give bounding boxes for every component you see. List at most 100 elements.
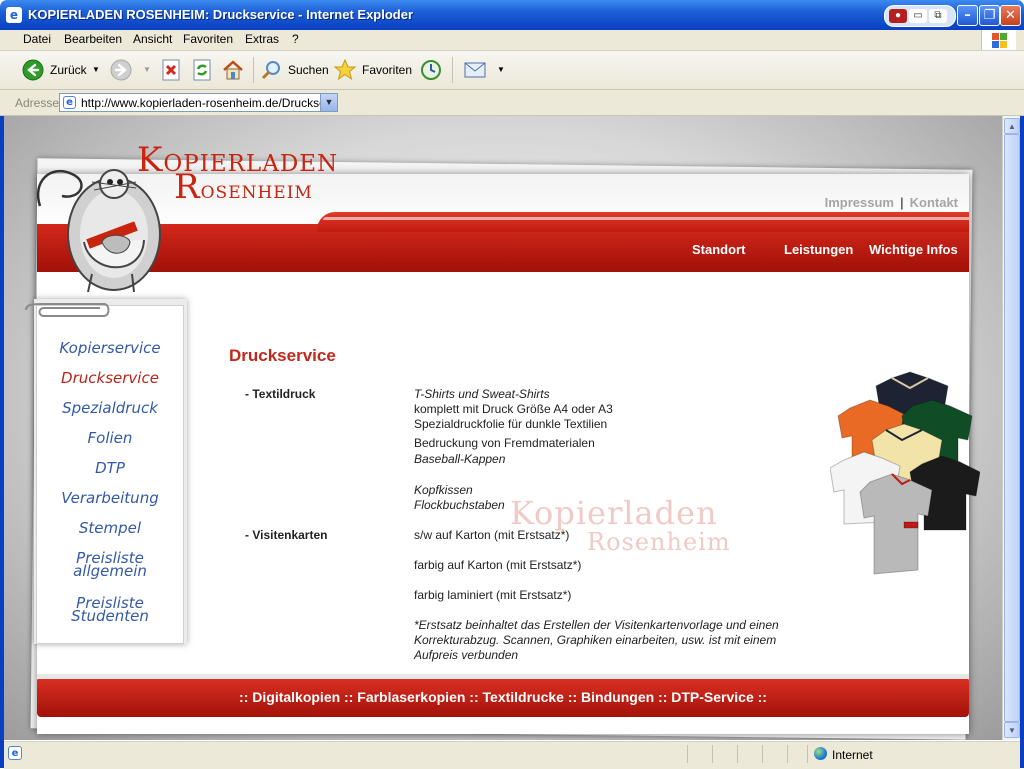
toolbar-separator xyxy=(452,57,453,83)
menu-favoriten[interactable]: Favoriten xyxy=(183,32,233,46)
status-cell xyxy=(737,745,738,763)
stop-button[interactable] xyxy=(160,56,184,84)
forward-arrow-icon xyxy=(110,59,132,81)
paperclip-icon xyxy=(25,303,110,317)
refresh-icon xyxy=(193,59,211,81)
close-button[interactable]: ✕ xyxy=(1000,5,1021,26)
content-line: farbig auf Karton (mit Erstsatz*) xyxy=(414,558,582,572)
content-line: Bedruckung von Fremdmaterialen xyxy=(414,436,595,450)
sidebar-item-druckservice[interactable]: Druckservice xyxy=(37,371,183,386)
favorites-label: Favoriten xyxy=(362,63,413,77)
security-zone: Internet xyxy=(832,748,873,762)
history-button[interactable] xyxy=(420,56,446,84)
content-line: Korrekturabzug. Scannen, Graphiken einar… xyxy=(414,633,777,647)
pip-icon[interactable]: ▭ xyxy=(909,9,927,23)
content-line: Kopfkissen xyxy=(414,483,473,497)
menu-help[interactable]: ? xyxy=(292,32,299,46)
forward-dropdown-icon[interactable]: ▼ xyxy=(143,65,151,74)
sidebar-item-kopierservice[interactable]: Kopierservice xyxy=(37,341,183,356)
sidebar-item-spezialdruck[interactable]: Spezialdruck xyxy=(37,401,183,416)
section-label-textildruck: - Textildruck xyxy=(245,387,316,401)
content-line: *Erstsatz beinhaltet das Erstellen der V… xyxy=(414,618,779,632)
sidebar-item-preisliste-studenten[interactable]: Preisliste Studenten xyxy=(37,596,183,624)
scroll-down-arrow-icon[interactable]: ▼ xyxy=(1004,722,1020,738)
home-button[interactable] xyxy=(222,56,248,84)
content-line: s/w auf Karton (mit Erstsatz*) xyxy=(414,528,570,542)
toolbar-separator xyxy=(253,57,254,83)
mail-icon xyxy=(464,62,486,78)
favorites-button[interactable]: Favoriten xyxy=(334,56,412,84)
back-label: Zurück xyxy=(50,63,87,77)
impressum-link[interactable]: Impressum xyxy=(825,195,894,210)
refresh-button[interactable] xyxy=(191,56,215,84)
internet-globe-icon xyxy=(814,747,827,760)
page-status-icon: e xyxy=(8,746,22,760)
page-viewport: Impressum | Kontakt Standort Leistungen Wi… xyxy=(4,116,1002,740)
maximize-button[interactable]: ❐ xyxy=(979,5,1000,26)
search-button[interactable]: Suchen xyxy=(260,56,329,84)
mail-dropdown-icon[interactable]: ▼ xyxy=(497,65,505,74)
content-line: T-Shirts und Sweat-Shirts xyxy=(414,387,550,401)
nav-standort[interactable]: Standort xyxy=(692,242,745,257)
star-icon xyxy=(334,59,356,81)
status-cell xyxy=(762,745,763,763)
address-url: http://www.kopierladen-rosenheim.de/Druc… xyxy=(81,96,321,110)
menu-extras[interactable]: Extras xyxy=(245,32,279,46)
content-line: Flockbuchstaben xyxy=(414,498,505,512)
scroll-up-arrow-icon[interactable]: ▲ xyxy=(1004,118,1020,134)
menu-datei[interactable]: Datei xyxy=(23,32,51,46)
vertical-scrollbar[interactable]: ▲ ▼ xyxy=(1002,116,1021,740)
status-cell xyxy=(712,745,713,763)
status-bar: e Internet xyxy=(4,741,1020,769)
status-cell xyxy=(787,745,788,763)
sidebar-item-verarbeitung[interactable]: Verarbeitung xyxy=(37,491,183,506)
search-icon xyxy=(261,61,280,80)
address-input[interactable]: e http://www.kopierladen-rosenheim.de/Dr… xyxy=(59,93,338,112)
back-dropdown-icon[interactable]: ▼ xyxy=(92,65,100,74)
content-line: farbig laminiert (mit Erstsatz*) xyxy=(414,588,572,602)
content-line: komplett mit Druck Größe A4 oder A3 xyxy=(414,402,613,416)
address-label: Adresse xyxy=(15,96,60,110)
kontakt-link[interactable]: Kontakt xyxy=(910,195,958,210)
sidebar: Kopierservice Druckservice Spezialdruck … xyxy=(36,305,184,644)
windows-flag-icon xyxy=(981,30,1016,50)
menu-bar: Datei Bearbeiten Ansicht Favoriten Extra… xyxy=(0,30,1024,51)
section-label-visitenkarten: - Visitenkarten xyxy=(245,528,328,542)
footer-services: :: Digitalkopien :: Farblaserkopien :: T… xyxy=(239,689,767,705)
footer-band: :: Digitalkopien :: Farblaserkopien :: T… xyxy=(37,674,969,717)
search-label: Suchen xyxy=(288,63,329,77)
polo-shirts-image xyxy=(830,371,980,575)
page-icon: e xyxy=(63,96,76,109)
nav-leistungen[interactable]: Leistungen xyxy=(784,242,853,257)
page-title: Druckservice xyxy=(229,346,336,365)
top-links: Impressum | Kontakt xyxy=(824,195,958,210)
window-titlebar: e KOPIERLADEN ROSENHEIM: Druckservice - … xyxy=(0,0,1024,30)
menu-bearbeiten[interactable]: Bearbeiten xyxy=(64,32,122,46)
sidebar-item-preisliste-allgemein[interactable]: Preisliste allgemein xyxy=(37,551,183,579)
nav-wichtige-infos[interactable]: Wichtige Infos xyxy=(869,242,958,257)
sidebar-item-dtp[interactable]: DTP xyxy=(37,461,183,476)
content-line: Spezialdruckfolie für dunkle Textilien xyxy=(414,417,608,431)
red-header-curve xyxy=(317,212,969,232)
titlebar-extra-buttons: ● ▭ ⧉ xyxy=(884,5,956,27)
status-cell xyxy=(807,745,808,763)
mouse-mascot-logo xyxy=(37,169,161,292)
record-icon[interactable]: ● xyxy=(889,9,907,23)
window-frame-left xyxy=(0,116,4,768)
stop-icon xyxy=(162,59,180,81)
mail-button[interactable]: ▼ xyxy=(464,56,508,84)
window-title: KOPIERLADEN ROSENHEIM: Druckservice - In… xyxy=(28,7,414,22)
content-line: Baseball-Kappen xyxy=(414,452,506,466)
ie-icon: e xyxy=(6,7,22,23)
scroll-thumb[interactable] xyxy=(1004,134,1020,722)
window-frame-right xyxy=(1020,116,1024,768)
forward-button[interactable]: ▼ xyxy=(110,56,151,84)
sidebar-item-stempel[interactable]: Stempel xyxy=(37,521,183,536)
minimize-button[interactable]: – xyxy=(957,5,978,26)
sidebar-item-folien[interactable]: Folien xyxy=(37,431,183,446)
address-dropdown-icon[interactable]: ▼ xyxy=(320,94,337,111)
menu-ansicht[interactable]: Ansicht xyxy=(133,32,172,46)
tile-icon[interactable]: ⧉ xyxy=(929,9,947,23)
toolbar: Zurück ▼ ▼ Suchen Favoriten ▼ xyxy=(0,51,1024,90)
back-button[interactable]: Zurück ▼ xyxy=(22,56,102,84)
